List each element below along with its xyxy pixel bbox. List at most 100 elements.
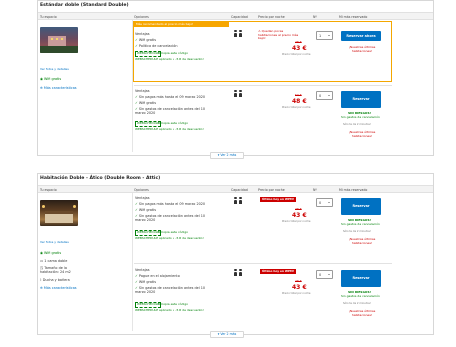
old-price: 48 € xyxy=(295,207,302,211)
promo-copy[interactable]: ⧉ Copia este código xyxy=(158,230,188,234)
room-photo[interactable] xyxy=(40,27,78,53)
check-icon: ✓ xyxy=(135,286,138,290)
more-info-link[interactable]: ⊕ Más características xyxy=(40,286,77,290)
time-note: Sólo te da 2 minutos! xyxy=(343,123,371,126)
price: 43 € xyxy=(292,284,307,291)
benefit-item: ✓ Pague en el alojamiento xyxy=(135,274,180,278)
last-rooms-note: ¡Nuestras últimas habitaciones! xyxy=(348,45,376,54)
header-room: Tu espacio xyxy=(40,187,57,192)
reserve-button[interactable]: Reservar xyxy=(341,198,381,215)
person-icon xyxy=(238,30,243,37)
promo-copy[interactable]: ⧉ Copia este código xyxy=(158,51,188,55)
feature-shower: ⌇ Ducha y bañera xyxy=(40,278,70,282)
check-icon: ✓ xyxy=(135,95,138,99)
benefit-item: ✓ Sin gastos de cancelación antes del 10… xyxy=(135,286,206,295)
table-header: Tu espacio Opciones Capacidad Precio por… xyxy=(38,185,433,193)
last-rooms-note: ¡Nuestras últimas habitaciones! xyxy=(348,309,376,318)
header-capacity: Capacidad xyxy=(231,14,248,19)
check-icon: ✓ xyxy=(135,107,138,111)
room-title: Habitación Doble - Ático (Double Room - … xyxy=(40,176,161,181)
show-more-button[interactable]: ▾ Ver 2 más xyxy=(210,331,244,338)
person-icon xyxy=(238,269,243,276)
wifi-icon: ◉ xyxy=(40,251,43,255)
header-options: Opciones xyxy=(134,187,149,192)
last-rooms-note: ¡Nuestras últimas habitaciones! xyxy=(348,237,376,246)
discount-applied: WEBSCHEDULE aplicado • -5 € de descuento… xyxy=(135,127,204,131)
price: 43 € xyxy=(292,212,307,219)
feature-bed: ▭ 1 cama doble xyxy=(40,259,68,263)
plus-icon: ⊕ xyxy=(40,286,43,290)
check-icon: ✓ xyxy=(135,101,138,105)
photos-link[interactable]: Ver fotos y detalles xyxy=(40,67,69,71)
benefit-item: ✓ Política de cancelación xyxy=(135,44,178,48)
room-title: Estándar doble (Standard Double) xyxy=(40,3,129,8)
no-risk-sub: Sin gastos de cancelación xyxy=(341,222,380,226)
check-icon: ✓ xyxy=(135,38,138,42)
check-icon: ✓ xyxy=(135,208,138,212)
header-reserve: Mi más reservado xyxy=(339,187,368,192)
benefits-label: Ventajas xyxy=(135,268,150,272)
discount-applied: WEBSCHEDULE aplicado • -5 € de descuento… xyxy=(135,236,204,240)
price-note: Precio total por noche xyxy=(282,220,311,223)
quantity-select[interactable]: 0 xyxy=(316,91,333,100)
recommended-banner: Más recomendado al precio más bajo! xyxy=(134,22,229,27)
quantity-select[interactable]: 0 xyxy=(316,270,333,279)
price-note: Precio total por noche xyxy=(282,106,311,109)
benefit-item: ✓ Sin pagos más hasta el 09 marzo 2020 xyxy=(135,95,206,99)
bed-icon: ▭ xyxy=(40,259,44,263)
header-price: Precio por noche xyxy=(258,187,285,192)
benefit-item: ✓ Wifi gratis xyxy=(135,280,157,284)
last-available-badge: Último hoy en WPM! xyxy=(260,197,297,202)
benefits-label: Ventajas xyxy=(135,196,150,200)
copy-icon: ⧉ xyxy=(158,121,161,125)
shower-icon: ⌇ xyxy=(40,278,42,282)
room-card-double-attic: Habitación Doble - Ático (Double Room - … xyxy=(37,173,434,335)
header-options: Opciones xyxy=(134,14,149,19)
header-capacity: Capacidad xyxy=(231,187,248,192)
header-reserve: Mi más reservado xyxy=(339,14,368,19)
photos-link[interactable]: Ver fotos y detalles xyxy=(40,240,69,244)
no-risk-sub: Sin gastos de cancelación xyxy=(341,294,380,298)
no-risk-sub: Sin gastos de cancelación xyxy=(341,115,380,119)
benefits-label: Ventajas xyxy=(135,89,150,93)
chevron-down-icon xyxy=(328,95,330,96)
check-icon: ✓ xyxy=(135,214,138,218)
benefit-item: ✓ Sin pagos más hasta el 09 marzo 2020 xyxy=(135,202,206,206)
reserve-now-button[interactable]: Reservar ahora xyxy=(341,31,381,41)
wifi-icon: ◉ xyxy=(40,77,43,81)
show-more-button[interactable]: ▾ Ver 2 más xyxy=(210,152,244,159)
chevron-down-icon xyxy=(328,202,330,203)
benefit-item: ✓ Wifi gratis xyxy=(135,101,157,105)
benefits-label: Ventajas xyxy=(135,32,150,36)
time-note: Sólo te da 2 minutos! xyxy=(343,302,371,305)
last-available-badge: Último hoy en WPM! xyxy=(260,269,297,274)
header-qty: Nº xyxy=(313,14,317,19)
old-price: 53 € xyxy=(295,93,302,97)
promo-copy[interactable]: ⧉ Copia este código xyxy=(158,302,188,306)
reserve-button[interactable]: Reservar xyxy=(341,91,381,108)
reserve-button[interactable]: Reservar xyxy=(341,270,381,287)
copy-icon: ⧉ xyxy=(158,302,161,306)
check-icon: ✓ xyxy=(135,274,138,278)
feature-wifi: ◉ Wifi gratis xyxy=(40,251,62,255)
old-price: 48 € xyxy=(295,40,302,44)
quantity-select[interactable]: 0 xyxy=(316,198,333,207)
feature-size: ◳ Tamaño de la habitación: 24 m2 xyxy=(40,266,71,274)
check-icon: ✓ xyxy=(135,44,138,48)
room-photo[interactable] xyxy=(40,200,78,226)
table-header: Tu espacio Opciones Capacidad Precio por… xyxy=(38,12,433,20)
benefit-item: ✓ Sin gastos de cancelación antes del 10… xyxy=(135,214,206,223)
feature-wifi: ◉ Wifi gratis xyxy=(40,77,62,81)
promo-copy[interactable]: ⧉ Copia este código xyxy=(158,121,188,125)
header-qty: Nº xyxy=(313,187,317,192)
more-info-link[interactable]: ⊕ Más características xyxy=(40,86,77,90)
last-rooms-note: ¡Nuestras últimas habitaciones! xyxy=(348,130,376,139)
chevron-down-icon xyxy=(328,274,330,275)
discount-applied: WEBSCHEDULE aplicado • -5 € de descuento… xyxy=(135,57,204,61)
check-icon: ✓ xyxy=(135,280,138,284)
room-card-standard-double: Estándar doble (Standard Double) Tu espa… xyxy=(37,0,434,156)
price-note: Precio total por noche xyxy=(282,53,311,56)
benefit-item: ✓ Wifi gratis xyxy=(135,208,157,212)
benefit-item: ✓ Sin gastos de cancelación antes del 10… xyxy=(135,107,206,116)
quantity-select[interactable]: 1 xyxy=(316,31,333,40)
